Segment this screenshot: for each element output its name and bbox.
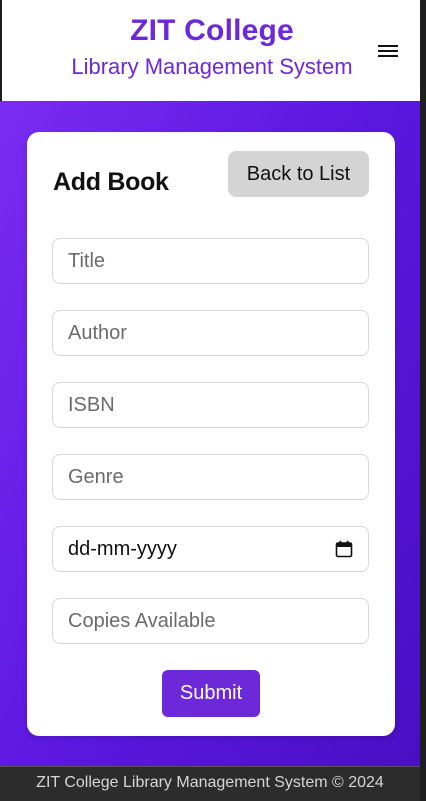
published-date-input[interactable]: dd-mm-yyyy [52, 526, 369, 572]
site-title[interactable]: ZIT College [2, 14, 422, 48]
site-header: ZIT College Library Management System [0, 0, 420, 101]
footer-text: ZIT College Library Management System © … [36, 774, 384, 791]
title-input[interactable] [52, 238, 369, 284]
isbn-input[interactable] [52, 382, 369, 428]
back-to-list-button[interactable]: Back to List [228, 151, 369, 197]
add-book-card: Add Book Back to List dd-mm-yyyy Submit [27, 132, 395, 736]
genre-input[interactable] [52, 454, 369, 500]
main-content: Add Book Back to List dd-mm-yyyy Submit [0, 101, 420, 766]
calendar-icon[interactable] [335, 540, 353, 558]
date-placeholder: dd-mm-yyyy [68, 537, 177, 560]
site-footer: ZIT College Library Management System © … [0, 766, 420, 801]
hamburger-menu-icon[interactable] [378, 45, 398, 61]
page-title: Add Book [53, 168, 169, 196]
site-subtitle: Library Management System [71, 54, 353, 79]
window-edge [420, 0, 426, 801]
copies-available-input[interactable] [52, 598, 369, 644]
author-input[interactable] [52, 310, 369, 356]
submit-button[interactable]: Submit [162, 670, 260, 717]
